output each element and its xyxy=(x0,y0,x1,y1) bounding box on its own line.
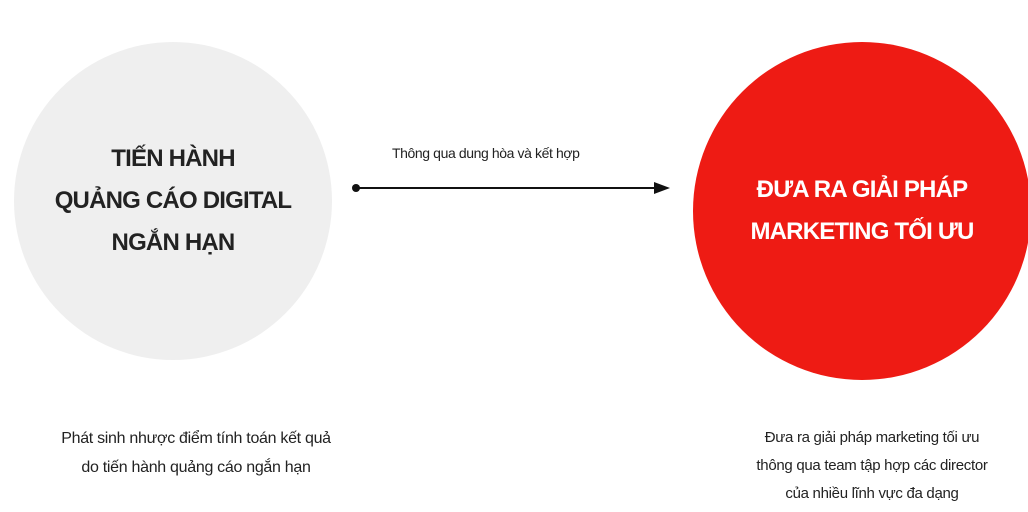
left-caption-line-1: Phát sinh nhược điểm tính toán kết quả xyxy=(61,430,331,447)
right-caption-line-1: Đưa ra giải pháp marketing tối ưu xyxy=(764,429,980,446)
right-caption-line-3: của nhiều lĩnh vực đa dạng xyxy=(785,485,959,502)
right-caption: Đưa ra giải pháp marketing tối ưu thông … xyxy=(682,424,1028,508)
right-circle-line-1: ĐƯA RA GIẢI PHÁP xyxy=(756,176,968,203)
right-circle: ĐƯA RA GIẢI PHÁP MARKETING TỐI ƯU xyxy=(693,42,1028,380)
left-circle-line-1: TIẾN HÀNH xyxy=(111,145,235,172)
right-caption-line-2: thông qua team tập hợp các director xyxy=(756,457,988,474)
right-circle-title: ĐƯA RA GIẢI PHÁP MARKETING TỐI ƯU xyxy=(712,169,1012,253)
connector-arrowhead xyxy=(654,182,670,194)
connector-label: Thông qua dung hòa và kết hợp xyxy=(392,145,580,161)
connector-start-dot xyxy=(352,184,360,192)
left-caption: Phát sinh nhược điểm tính toán kết quả d… xyxy=(0,424,392,482)
left-circle-line-3: NGẮN HẠN xyxy=(111,229,236,256)
right-circle-line-2: MARKETING TỐI ƯU xyxy=(750,218,974,245)
left-circle: TIẾN HÀNH QUẢNG CÁO DIGITAL NGẮN HẠN xyxy=(14,42,332,360)
left-caption-line-2: do tiến hành quảng cáo ngắn hạn xyxy=(81,459,311,476)
left-circle-line-2: QUẢNG CÁO DIGITAL xyxy=(54,187,292,214)
left-circle-title: TIẾN HÀNH QUẢNG CÁO DIGITAL NGẮN HẠN xyxy=(28,138,318,264)
